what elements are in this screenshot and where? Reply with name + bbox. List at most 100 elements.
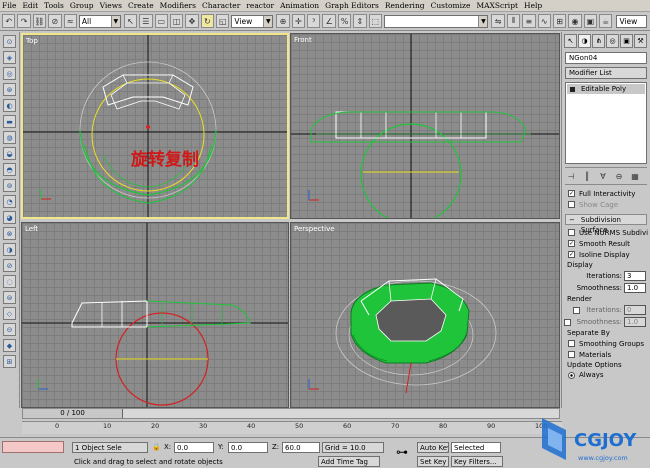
menu-rendering[interactable]: Rendering <box>385 1 425 10</box>
pivot-center-icon[interactable]: ⊕ <box>276 14 290 28</box>
viewport-left[interactable]: Left <box>21 222 289 408</box>
menu-animation[interactable]: Animation <box>280 1 319 10</box>
mirror-icon[interactable]: ⇋ <box>491 14 505 28</box>
configure-sets-icon[interactable]: ▦ <box>629 172 641 181</box>
viewport-front[interactable]: Front <box>290 33 560 219</box>
tool-icon-12[interactable]: ◕ <box>3 211 16 224</box>
tool-icon-20[interactable]: ◆ <box>3 339 16 352</box>
menu-modifiers[interactable]: Modifiers <box>160 1 196 10</box>
spinner-snap-icon[interactable]: ⇕ <box>353 14 367 28</box>
remove-modifier-icon[interactable]: ⊖ <box>613 172 625 181</box>
menu-views[interactable]: Views <box>100 1 122 10</box>
percent-snap-icon[interactable]: % <box>337 14 352 28</box>
menu-tools[interactable]: Tools <box>44 1 64 10</box>
show-cage-checkbox[interactable]: Show Cage <box>568 199 650 210</box>
z-coordinate-field[interactable]: 60.0 <box>282 442 320 453</box>
named-selection-icon[interactable]: ⬚ <box>368 14 382 28</box>
tool-icon-4[interactable]: ⊛ <box>3 83 16 96</box>
tool-icon-2[interactable]: ◈ <box>3 51 16 64</box>
named-selection-dropdown[interactable]: ▼ <box>383 14 489 28</box>
angle-snap-icon[interactable]: ∠ <box>322 14 336 28</box>
reference-coord-dropdown[interactable]: View ▼ <box>231 14 274 28</box>
key-icon[interactable]: ⊶ <box>396 445 408 459</box>
select-object-icon[interactable]: ↖ <box>123 14 138 28</box>
auto-key-button[interactable]: Auto Key <box>417 442 449 453</box>
smoothness-spinner[interactable]: 1.0 <box>624 283 646 293</box>
tool-icon-11[interactable]: ◔ <box>3 195 16 208</box>
tool-icon-18[interactable]: ◇ <box>3 307 16 320</box>
viewport-perspective[interactable]: Perspective <box>290 222 560 408</box>
render-icon[interactable]: ☕ <box>599 14 613 28</box>
maxscript-listener[interactable] <box>2 441 64 453</box>
select-scale-icon[interactable]: ◱ <box>216 14 230 28</box>
view-label-box[interactable]: View <box>616 14 647 28</box>
utilities-tab-icon[interactable]: ⚒ <box>634 34 647 48</box>
smooth-result-checkbox[interactable]: ✓ Smooth Result <box>568 238 650 249</box>
lock-selection-icon[interactable]: 🔒 <box>152 443 161 451</box>
tool-icon-15[interactable]: ⊘ <box>3 259 16 272</box>
window-crossing-icon[interactable]: ◫ <box>169 14 184 28</box>
always-radio[interactable]: Always <box>568 370 650 380</box>
tool-icon-1[interactable]: ⊙ <box>3 35 16 48</box>
render-smoothness-spinner[interactable]: 1.0 <box>624 317 646 327</box>
tool-icon-6[interactable]: ▬ <box>3 115 16 128</box>
tool-icon-5[interactable]: ◐ <box>3 99 16 112</box>
tool-icon-21[interactable]: ⊞ <box>3 355 16 368</box>
select-move-icon[interactable]: ✥ <box>185 14 199 28</box>
tool-icon-9[interactable]: ◓ <box>3 163 16 176</box>
tool-icon-3[interactable]: ◎ <box>3 67 16 80</box>
menu-create[interactable]: Create <box>128 1 154 10</box>
select-by-name-icon[interactable]: ☰ <box>139 14 153 28</box>
tool-icon-7[interactable]: ◍ <box>3 131 16 144</box>
undo-icon[interactable]: ↶ <box>2 14 16 28</box>
tool-icon-13[interactable]: ⊗ <box>3 227 16 240</box>
iterations-spinner[interactable]: 3 <box>624 271 646 281</box>
curve-editor-icon[interactable]: ∿ <box>537 14 551 28</box>
menu-help[interactable]: Help <box>524 1 542 10</box>
object-name-field[interactable]: NGon04 <box>565 52 647 64</box>
hierarchy-tab-icon[interactable]: ⋔ <box>592 34 605 48</box>
render-setup-icon[interactable]: ▣ <box>583 14 598 28</box>
menu-character[interactable]: Character <box>202 1 240 10</box>
make-unique-icon[interactable]: ∀ <box>597 172 609 181</box>
snap-icon[interactable]: ³ <box>307 14 321 28</box>
key-filters-button[interactable]: Key Filters... <box>451 456 503 467</box>
display-tab-icon[interactable]: ▣ <box>620 34 633 48</box>
tool-icon-14[interactable]: ◑ <box>3 243 16 256</box>
tool-icon-19[interactable]: ⊝ <box>3 323 16 336</box>
time-slider[interactable]: 0 / 100 <box>22 408 560 419</box>
create-tab-icon[interactable]: ↖ <box>564 34 577 48</box>
render-smoothness-checkbox[interactable] <box>563 318 571 326</box>
link-icon[interactable]: ⛓ <box>32 14 47 28</box>
schematic-view-icon[interactable]: ⊞ <box>552 14 567 28</box>
material-editor-icon[interactable]: ◉ <box>568 14 582 28</box>
tool-icon-17[interactable]: ⊜ <box>3 291 16 304</box>
motion-tab-icon[interactable]: ◎ <box>606 34 619 48</box>
rectangular-selection-icon[interactable]: ▭ <box>154 14 168 28</box>
y-coordinate-field[interactable]: 0.0 <box>228 442 268 453</box>
render-iterations-spinner[interactable]: 0 <box>624 305 646 315</box>
selection-filter-dropdown[interactable]: All ▼ <box>78 14 121 28</box>
tool-icon-10[interactable]: ⊚ <box>3 179 16 192</box>
add-time-tag[interactable]: Add Time Tag <box>318 456 380 467</box>
viewport-top[interactable]: Top 旋转复制 <box>21 33 289 219</box>
subdivision-rollout-header[interactable]: − Subdivision Surface <box>565 214 647 234</box>
full-interactivity-checkbox[interactable]: ✓ Full Interactivity <box>568 188 650 199</box>
key-mode-dropdown[interactable]: Selected <box>451 442 501 453</box>
menu-file[interactable]: File <box>2 1 16 10</box>
x-coordinate-field[interactable]: 0.0 <box>174 442 214 453</box>
manipulate-icon[interactable]: ✛ <box>291 14 306 28</box>
isoline-display-checkbox[interactable]: ✓ Isoline Display <box>568 249 650 260</box>
menu-maxscript[interactable]: MAXScript <box>476 1 518 10</box>
set-key-button[interactable]: Set Key <box>417 456 449 467</box>
menu-customize[interactable]: Customize <box>431 1 471 10</box>
show-end-result-icon[interactable]: ║ <box>581 172 593 181</box>
time-slider-knob[interactable]: 0 / 100 <box>23 409 123 418</box>
bind-space-warp-icon[interactable]: ≈ <box>63 14 77 28</box>
materials-checkbox[interactable]: Materials <box>568 349 650 360</box>
stack-item-editable-poly[interactable]: Editable Poly <box>567 84 645 94</box>
align-icon[interactable]: ⫴ <box>506 14 521 28</box>
unlink-icon[interactable]: ⊘ <box>48 14 62 28</box>
modify-tab-icon[interactable]: ◑ <box>578 34 591 48</box>
smoothing-groups-checkbox[interactable]: Smoothing Groups <box>568 338 650 349</box>
